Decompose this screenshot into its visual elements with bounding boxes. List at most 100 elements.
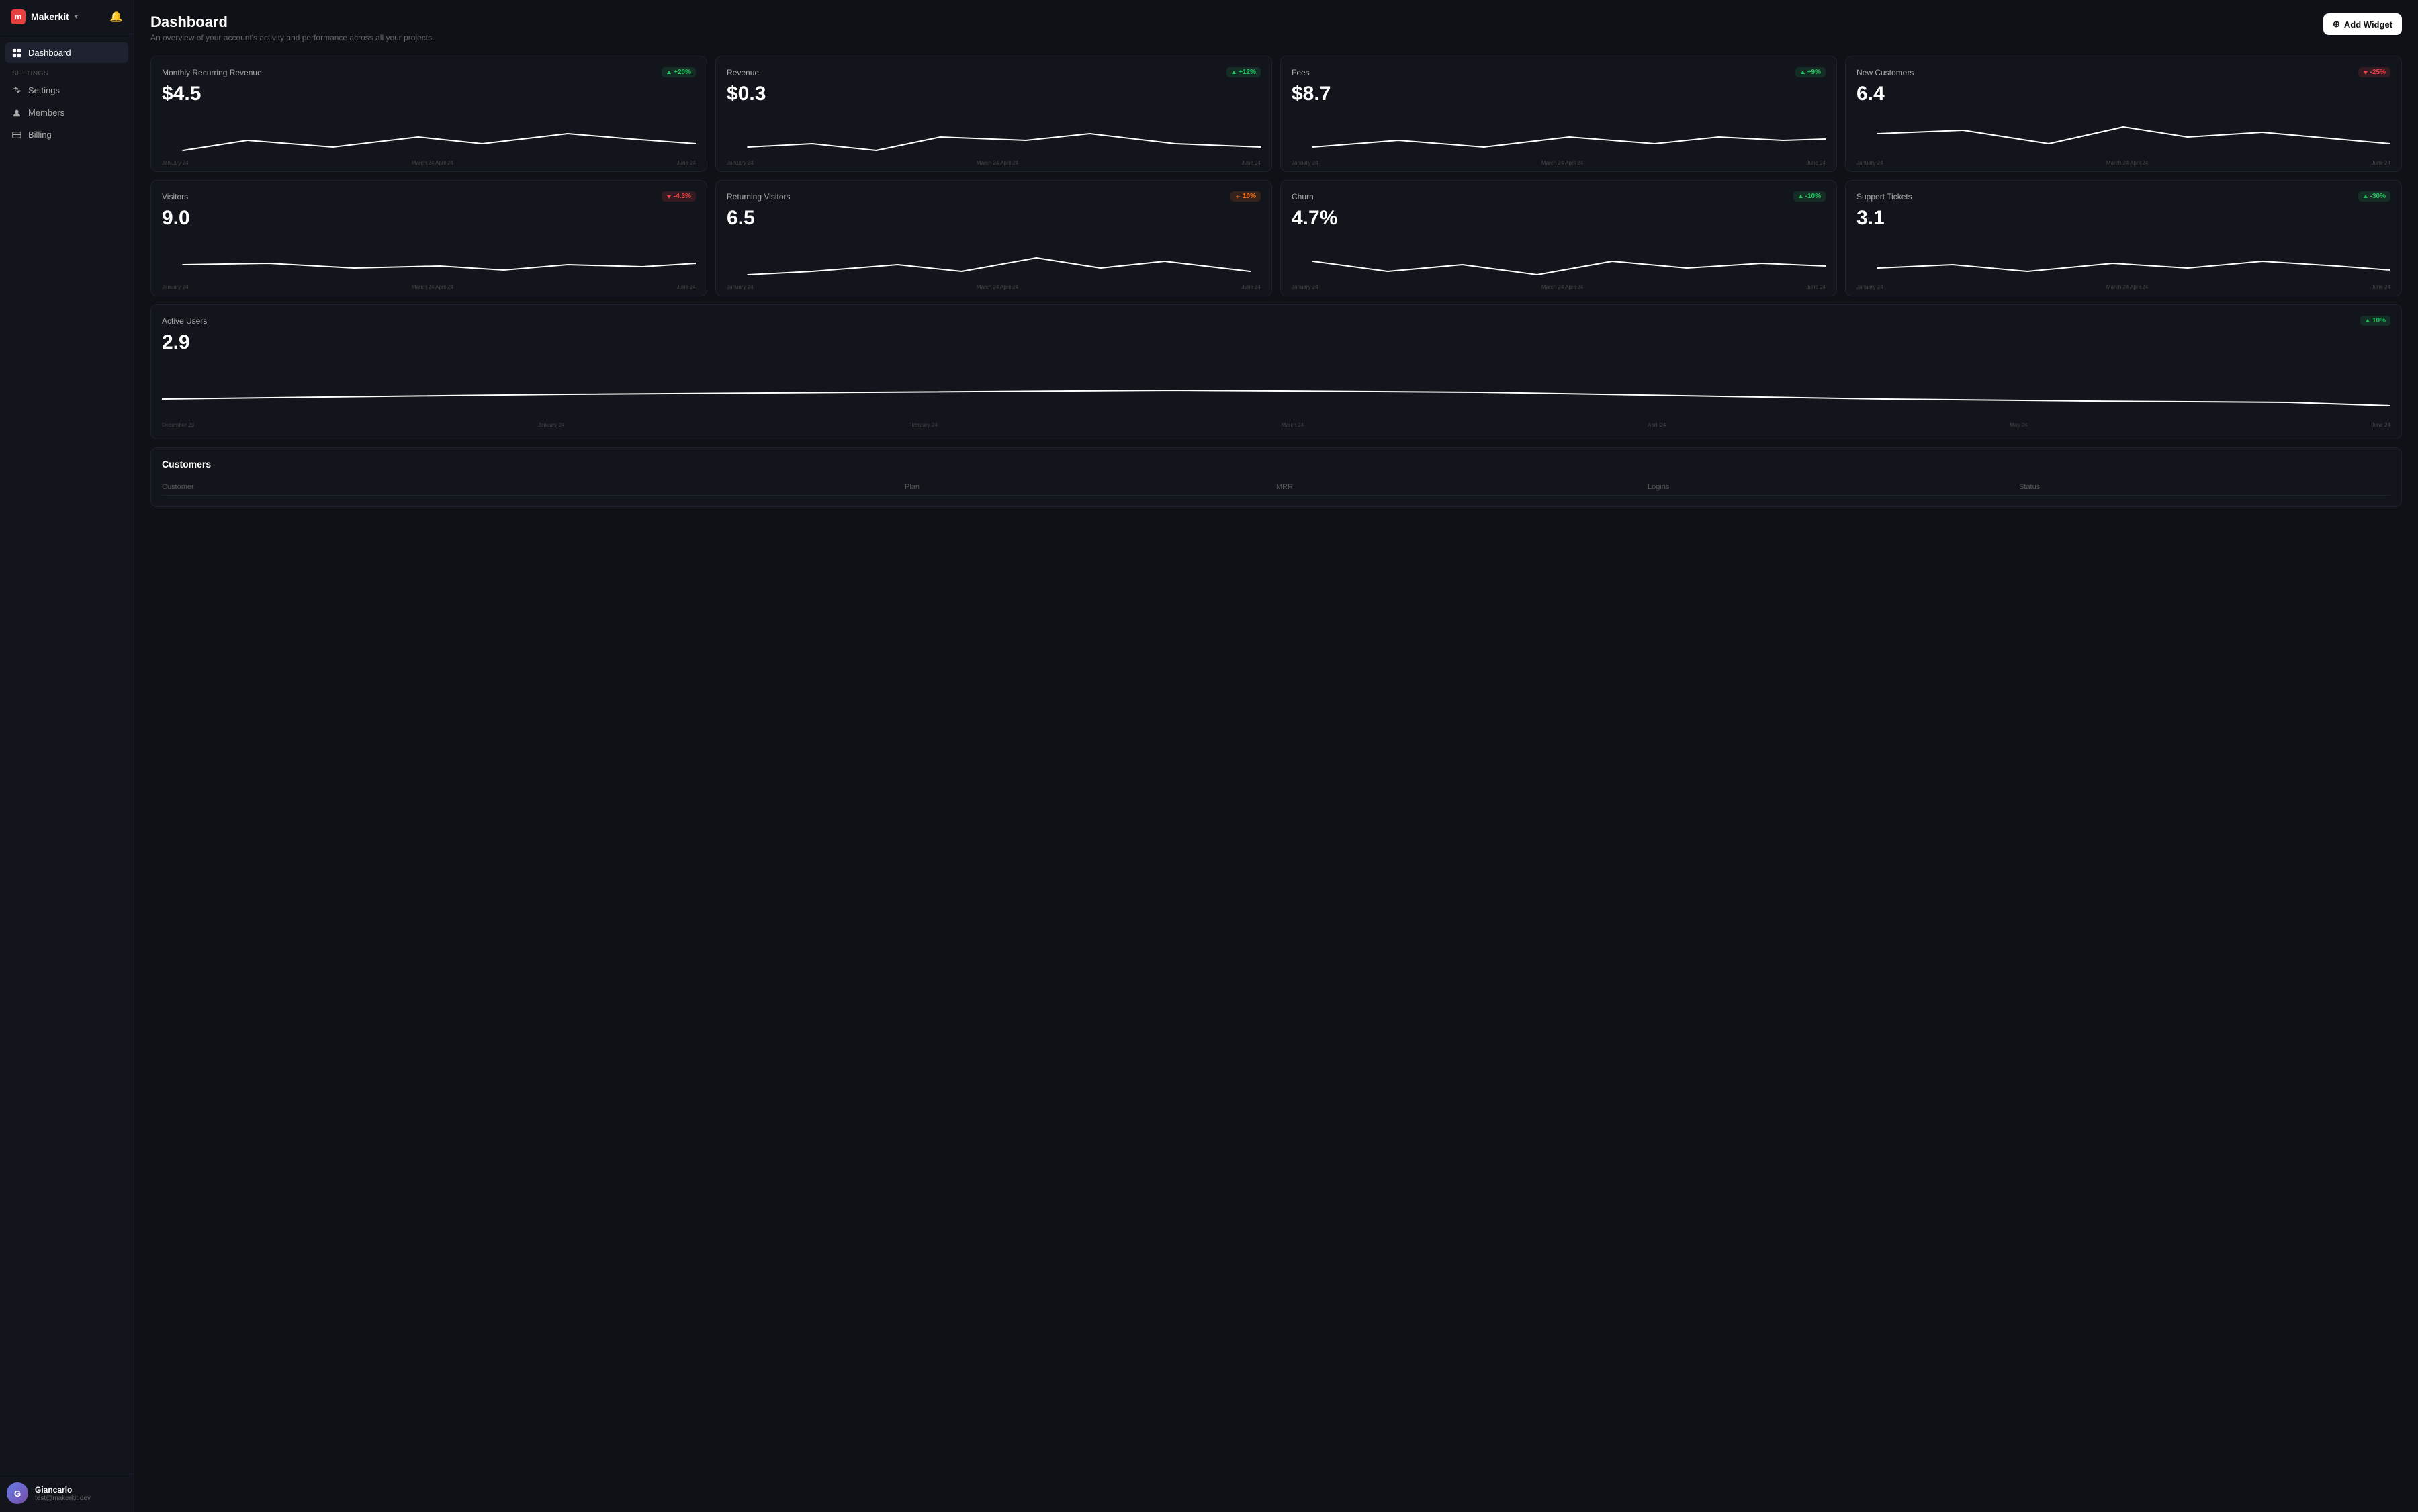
add-widget-button[interactable]: ⊕ Add Widget bbox=[2323, 13, 2402, 35]
metric-title: Fees bbox=[1292, 68, 1310, 77]
chart-label: March 24 April 24 bbox=[1541, 284, 1583, 290]
metric-title: Returning Visitors bbox=[727, 192, 791, 202]
user-info: Giancarlo test@makerkit.dev bbox=[35, 1485, 91, 1502]
logo-text: Makerkit bbox=[31, 11, 69, 22]
metric-badge: +20% bbox=[662, 67, 696, 77]
metric-chart: January 24 March 24 April 24 June 24 bbox=[727, 114, 1261, 161]
users-icon bbox=[12, 108, 21, 118]
chart-label: June 24 bbox=[2372, 160, 2390, 166]
chart-label: June 24 bbox=[2371, 422, 2390, 428]
sidebar: m Makerkit ▾ 🔔 Dashboard SETTINGS Settin… bbox=[0, 0, 134, 1512]
page-heading: Dashboard An overview of your account's … bbox=[150, 13, 434, 42]
metric-card: Returning Visitors 10% 6.5 January 24 Ma… bbox=[715, 180, 1272, 296]
plus-icon: ⊕ bbox=[2333, 19, 2340, 30]
metric-header: Revenue +12% bbox=[727, 67, 1261, 77]
metric-chart: January 24 March 24 April 24 June 24 bbox=[727, 238, 1261, 285]
user-email: test@makerkit.dev bbox=[35, 1495, 91, 1502]
sidebar-logo: m Makerkit ▾ bbox=[11, 9, 78, 24]
chart-label: February 24 bbox=[909, 422, 938, 428]
metric-badge: -4.3% bbox=[662, 191, 696, 202]
metric-title: Churn bbox=[1292, 192, 1314, 202]
metric-value: 6.5 bbox=[727, 207, 1261, 230]
metric-badge: -10% bbox=[1793, 191, 1826, 202]
chart-label: June 24 bbox=[1807, 160, 1826, 166]
metric-header: Fees +9% bbox=[1292, 67, 1826, 77]
metric-card: Visitors -4.3% 9.0 January 24 March 24 A… bbox=[150, 180, 707, 296]
metric-chart: January 24 March 24 April 24 June 24 bbox=[1856, 114, 2390, 161]
metric-value: $0.3 bbox=[727, 83, 1261, 105]
sidebar-header: m Makerkit ▾ 🔔 bbox=[0, 0, 134, 34]
chart-label: January 24 bbox=[162, 284, 189, 290]
chart-label: March 24 April 24 bbox=[1541, 160, 1583, 166]
chart-label: June 24 bbox=[1242, 284, 1261, 290]
sidebar-item-settings[interactable]: Settings bbox=[5, 80, 128, 101]
chart-labels: January 24 March 24 April 24 June 24 bbox=[162, 284, 696, 290]
bell-icon[interactable]: 🔔 bbox=[109, 10, 123, 24]
metric-card: Churn -10% 4.7% January 24 March 24 Apri… bbox=[1280, 180, 1837, 296]
metric-card: Support Tickets -30% 3.1 January 24 Marc… bbox=[1845, 180, 2402, 296]
chart-labels: January 24 March 24 April 24 June 24 bbox=[1856, 284, 2390, 290]
active-users-badge: 10% bbox=[2360, 316, 2390, 326]
chart-label: March 24 April 24 bbox=[2106, 160, 2148, 166]
chart-label: January 24 bbox=[1292, 284, 1318, 290]
chart-label: May 24 bbox=[2010, 422, 2027, 428]
sidebar-item-members[interactable]: Members bbox=[5, 102, 128, 123]
col-mrr: MRR bbox=[1276, 483, 1648, 491]
metrics-grid-row2: Visitors -4.3% 9.0 January 24 March 24 A… bbox=[150, 180, 2402, 296]
chart-label: March 24 bbox=[1282, 422, 1304, 428]
active-users-title: Active Users bbox=[162, 316, 207, 326]
chart-label: January 24 bbox=[727, 160, 754, 166]
settings-section-label: SETTINGS bbox=[5, 64, 128, 80]
col-status: Status bbox=[2019, 483, 2390, 491]
metric-chart: January 24 March 24 April 24 June 24 bbox=[162, 114, 696, 161]
chart-label: January 24 bbox=[1292, 160, 1318, 166]
customers-card: Customers Customer Plan MRR Logins Statu… bbox=[150, 447, 2402, 507]
chart-labels: January 24 March 24 April 24 June 24 bbox=[1292, 284, 1826, 290]
sidebar-item-billing[interactable]: Billing bbox=[5, 124, 128, 145]
metric-header: Churn -10% bbox=[1292, 191, 1826, 202]
metric-badge: -30% bbox=[2358, 191, 2390, 202]
chart-label: June 24 bbox=[2372, 284, 2390, 290]
chart-label: January 24 bbox=[727, 284, 754, 290]
metric-value: 4.7% bbox=[1292, 207, 1826, 230]
metric-header: New Customers -25% bbox=[1856, 67, 2390, 77]
metric-card: Fees +9% $8.7 January 24 March 24 April … bbox=[1280, 56, 1837, 172]
metric-chart: January 24 March 24 April 24 June 24 bbox=[1292, 238, 1826, 285]
main-content: Dashboard An overview of your account's … bbox=[134, 0, 2418, 1512]
sidebar-item-label: Members bbox=[28, 107, 64, 118]
sidebar-footer: G Giancarlo test@makerkit.dev bbox=[0, 1474, 134, 1512]
page-subtitle: An overview of your account's activity a… bbox=[150, 33, 434, 42]
metric-value: 6.4 bbox=[1856, 83, 2390, 105]
metric-value: 3.1 bbox=[1856, 207, 2390, 230]
col-plan: Plan bbox=[905, 483, 1276, 491]
metric-title: New Customers bbox=[1856, 68, 1914, 77]
page-title: Dashboard bbox=[150, 13, 434, 31]
chart-label: April 24 bbox=[1648, 422, 1666, 428]
chart-label: March 24 April 24 bbox=[977, 284, 1018, 290]
chart-label: January 24 bbox=[1856, 284, 1883, 290]
chart-labels: January 24 March 24 April 24 June 24 bbox=[727, 284, 1261, 290]
active-users-chart-labels: December 23 January 24 February 24 March… bbox=[162, 422, 2390, 428]
active-users-card: Active Users 10% 2.9 December 23 January… bbox=[150, 304, 2402, 439]
col-customer: Customer bbox=[162, 483, 905, 491]
metric-header: Visitors -4.3% bbox=[162, 191, 696, 202]
sidebar-item-label: Billing bbox=[28, 130, 52, 140]
metric-card: Monthly Recurring Revenue +20% $4.5 Janu… bbox=[150, 56, 707, 172]
sidebar-item-dashboard[interactable]: Dashboard bbox=[5, 42, 128, 63]
chevron-down-icon: ▾ bbox=[75, 13, 78, 21]
chart-label: June 24 bbox=[677, 284, 696, 290]
logo-icon: m bbox=[11, 9, 26, 24]
chart-labels: January 24 March 24 April 24 June 24 bbox=[727, 160, 1261, 166]
metric-badge: +12% bbox=[1226, 67, 1261, 77]
metric-badge: -25% bbox=[2358, 67, 2390, 77]
chart-label: June 24 bbox=[677, 160, 696, 166]
chart-label: March 24 April 24 bbox=[2106, 284, 2148, 290]
active-users-chart: December 23 January 24 February 24 March… bbox=[162, 362, 2390, 428]
table-header: Customer Plan MRR Logins Status bbox=[162, 479, 2390, 496]
gear-icon bbox=[12, 86, 21, 95]
metrics-grid-row1: Monthly Recurring Revenue +20% $4.5 Janu… bbox=[150, 56, 2402, 172]
metric-value: $8.7 bbox=[1292, 83, 1826, 105]
grid-icon bbox=[12, 48, 21, 58]
metric-chart: January 24 March 24 April 24 June 24 bbox=[1856, 238, 2390, 285]
metric-chart: January 24 March 24 April 24 June 24 bbox=[162, 238, 696, 285]
